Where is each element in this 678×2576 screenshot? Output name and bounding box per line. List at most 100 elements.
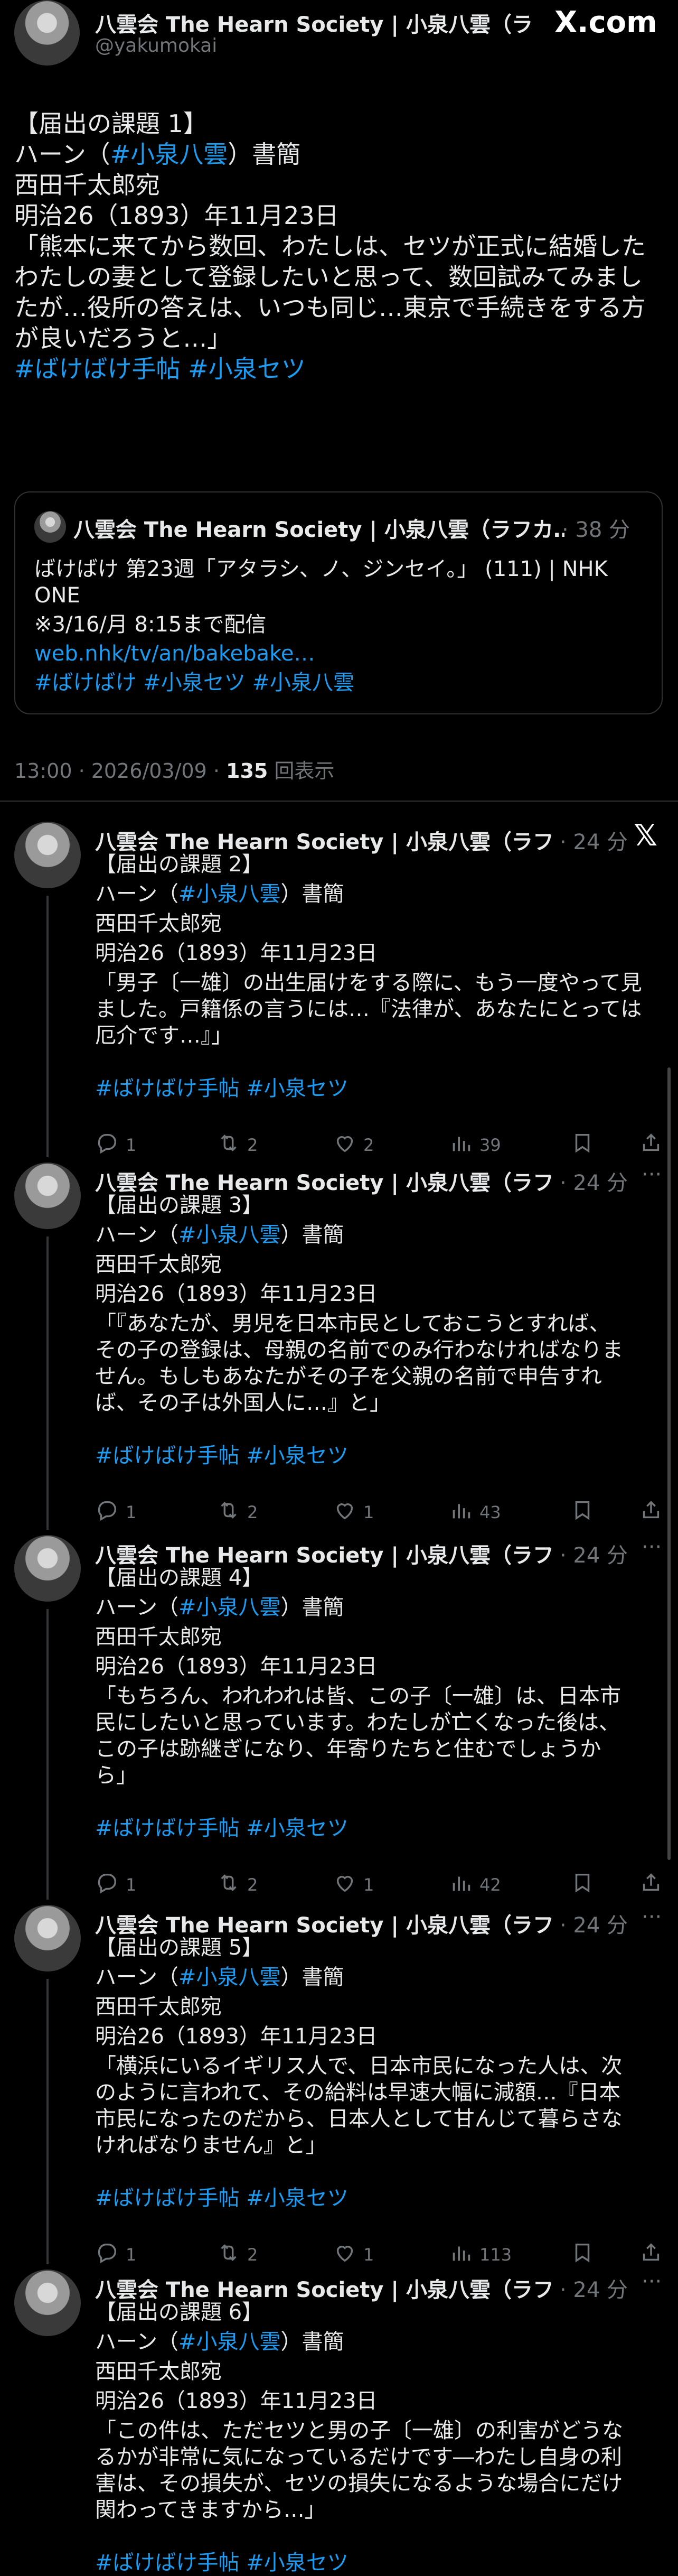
hashtag-links[interactable]: #ばけばけ手帖 #小泉セツ (14, 354, 664, 384)
text-prefix: ハーン（ (14, 140, 110, 169)
share-button[interactable] (639, 2240, 670, 2269)
text-prefix: ハーン（ (95, 1595, 178, 1620)
quote-text: ONE (34, 583, 80, 608)
like-button[interactable]: 1 (333, 1498, 374, 1527)
analytics-icon (449, 1871, 479, 1899)
repost-button[interactable]: 2 (216, 1498, 258, 1527)
bookmark-button[interactable] (570, 1498, 601, 1527)
share-button[interactable] (639, 1871, 670, 1899)
quote-link[interactable]: web.nhk/tv/an/bakebake… (34, 640, 315, 667)
x-logo-icon[interactable]: 𝕏 (634, 819, 657, 853)
text-suffix: ）書簡 (280, 1595, 344, 1620)
quote-text: ※3/16/月 8:15まで配信 (34, 612, 267, 637)
reply-icon (95, 2240, 126, 2269)
like-button[interactable]: 2 (333, 1131, 374, 1159)
reply-icon (95, 1871, 126, 1899)
hashtag-links[interactable]: #ばけばけ手帖 #小泉セツ (95, 1443, 349, 1469)
like-button[interactable]: 1 (333, 2240, 374, 2269)
reply-title: 【届出の課題 5】 (95, 1936, 263, 1960)
thread-line (46, 896, 49, 1157)
reply-count: 1 (126, 1875, 137, 1895)
analytics-icon (449, 1498, 479, 1527)
reply-timestamp[interactable]: · 24 分 (560, 1538, 628, 1569)
author-name[interactable]: 八雲会 The Hearn Society | 小泉八雲（ラフ… (95, 7, 533, 38)
repost-button[interactable]: 2 (216, 2240, 258, 2269)
reply-button[interactable]: 1 (95, 2240, 136, 2269)
avatar[interactable] (14, 2270, 81, 2336)
hashtag-link[interactable]: #小泉八雲 (178, 2330, 281, 2354)
reply-timestamp[interactable]: · 24 分 (560, 1908, 628, 1939)
view-count: 42 (479, 1875, 501, 1895)
more-menu-icon[interactable]: ··· (642, 1163, 662, 1187)
repost-button[interactable]: 2 (216, 1131, 258, 1159)
hashtag-links[interactable]: #ばけばけ手帖 #小泉セツ (95, 2550, 349, 2576)
avatar[interactable] (14, 0, 80, 66)
repost-icon (216, 2240, 247, 2269)
reply-button[interactable]: 1 (95, 1131, 136, 1159)
views-button[interactable]: 39 (449, 1131, 501, 1159)
more-menu-icon[interactable]: ··· (642, 1905, 662, 1929)
reply-button[interactable]: 1 (95, 1871, 136, 1899)
avatar[interactable] (14, 822, 81, 888)
like-count: 2 (363, 1135, 374, 1155)
hashtag-link[interactable]: #小泉八雲 (178, 882, 281, 906)
text-prefix: ハーン（ (95, 2330, 178, 2354)
hashtag-links[interactable]: #ばけばけ手帖 #小泉セツ (95, 2185, 349, 2211)
reply-body-line: 「男子〔一雄〕の出生届けをする際に、もう一度やって見 (95, 971, 642, 995)
repost-count: 2 (247, 1875, 258, 1895)
text-prefix: ハーン（ (95, 882, 178, 906)
reply-body-line: 厄介です…』」 (95, 1024, 232, 1048)
quoted-tweet-card[interactable]: 八雲会 The Hearn Society | 小泉八雲（ラフカ… · 38 分… (14, 491, 663, 714)
avatar[interactable] (14, 1905, 81, 1971)
reply-timestamp[interactable]: · 24 分 (560, 825, 628, 855)
hashtag-links[interactable]: #ばけばけ手帖 #小泉セツ (95, 1075, 349, 1102)
bookmark-button[interactable] (570, 1871, 601, 1899)
quote-hashtags[interactable]: #ばけばけ #小泉セツ #小泉八雲 (34, 669, 354, 696)
text-prefix: ハーン（ (95, 1223, 178, 1247)
more-menu-icon[interactable]: ··· (642, 1535, 662, 1559)
hashtag-link[interactable]: #小泉八雲 (178, 1965, 281, 1989)
x-logo-icon[interactable]: X.com (554, 5, 657, 40)
reply-title: 【届出の課題 4】 (95, 1566, 263, 1590)
hashtag-link[interactable]: #小泉八雲 (178, 1595, 281, 1620)
repost-icon (216, 1871, 247, 1899)
reply-button[interactable]: 1 (95, 1498, 136, 1527)
bookmark-button[interactable] (570, 1131, 601, 1159)
avatar[interactable] (14, 1163, 81, 1229)
action-bar: 1 2 2 39 (95, 1131, 671, 1157)
reply-author-line: ハーン（#小泉八雲）書簡 (95, 1222, 344, 1248)
more-menu-icon[interactable]: ··· (642, 2270, 662, 2294)
reply-author-line: ハーン（#小泉八雲）書簡 (95, 1594, 344, 1621)
tweet-body-line: たが…役所の答えは、いつも同じ…東京で手続きをする方 (14, 293, 646, 322)
action-bar: 1 2 1 42 (95, 1871, 671, 1897)
bookmark-button[interactable] (570, 2240, 601, 2269)
reply-body-line: 害は、その損失が、セツの損失になるような場合にだけ (95, 2471, 623, 2496)
views-button[interactable]: 113 (449, 2240, 512, 2269)
analytics-icon (449, 2240, 479, 2269)
author-handle[interactable]: @yakumokai (95, 35, 217, 57)
reply-body-line: 関わってきますから…」 (95, 2498, 326, 2522)
hashtag-link[interactable]: #小泉八雲 (110, 140, 228, 169)
reply-body-line: せん。もしもあなたがその子を父親の名前で申告すれ (95, 1364, 602, 1389)
views-button[interactable]: 43 (449, 1498, 501, 1527)
reply-body-line: この子は跡継ぎになり、年寄りたちと住むでしょうか (95, 1737, 601, 1761)
hashtag-links[interactable]: #ばけばけ手帖 #小泉セツ (95, 1815, 349, 1842)
views-button[interactable]: 42 (449, 1871, 501, 1899)
reply-date: 明治26（1893）年11月23日 (95, 2389, 378, 2413)
reply-timestamp[interactable]: · 24 分 (560, 1166, 628, 1196)
bookmark-icon (570, 1498, 601, 1527)
share-button[interactable] (639, 1498, 670, 1527)
share-button[interactable] (639, 1131, 670, 1159)
hashtag-link[interactable]: #小泉八雲 (178, 1223, 281, 1247)
tweet-date: 明治26（1893）年11月23日 (14, 201, 339, 230)
repost-button[interactable]: 2 (216, 1871, 258, 1899)
scrollbar[interactable] (667, 1067, 671, 1860)
tweet-meta: 13:00 · 2026/03/09 · 135 回表示 (14, 755, 334, 784)
like-button[interactable]: 1 (333, 1871, 374, 1899)
reply-body-line: 市民になったのだから、日本人として甘んじて暮らさな (95, 2107, 623, 2131)
text-suffix: ）書簡 (280, 1223, 344, 1247)
repost-count: 2 (247, 1135, 258, 1155)
reply-timestamp[interactable]: · 24 分 (560, 2273, 628, 2303)
reply-count: 1 (126, 2245, 137, 2265)
avatar[interactable] (14, 1535, 81, 1602)
